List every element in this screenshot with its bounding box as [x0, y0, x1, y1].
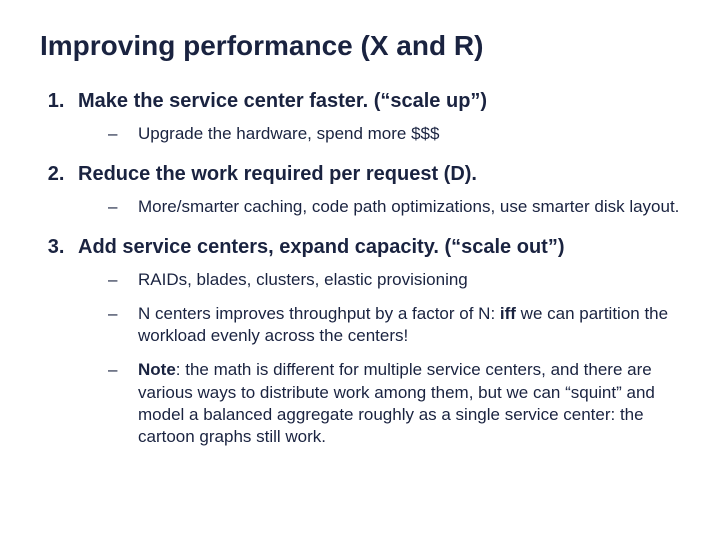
sub-item-bold-prefix: Note [138, 360, 176, 379]
sub-item: Note: the math is different for multiple… [108, 359, 680, 447]
list-item-3-text: Add service centers, expand capacity. (“… [78, 236, 564, 258]
list-item-1-text: Make the service center faster. (“scale … [78, 90, 487, 112]
list-item-2-text: Reduce the work required per request (D)… [78, 163, 477, 185]
sub-item-text: : the math is different for multiple ser… [138, 360, 655, 445]
sub-list-3: RAIDs, blades, clusters, elastic provisi… [78, 269, 680, 448]
sub-list-1: Upgrade the hardware, spend more $$$ [78, 123, 680, 145]
list-item-2: Reduce the work required per request (D)… [70, 163, 680, 218]
sub-item: RAIDs, blades, clusters, elastic provisi… [108, 269, 680, 291]
list-item-1: Make the service center faster. (“scale … [70, 90, 680, 145]
sub-item: N centers improves throughput by a facto… [108, 303, 680, 347]
sub-list-2: More/smarter caching, code path optimiza… [78, 196, 680, 218]
list-item-3: Add service centers, expand capacity. (“… [70, 236, 680, 448]
sub-item: Upgrade the hardware, spend more $$$ [108, 123, 680, 145]
slide-title: Improving performance (X and R) [40, 30, 680, 62]
sub-item: More/smarter caching, code path optimiza… [108, 196, 680, 218]
main-list: Make the service center faster. (“scale … [40, 90, 680, 448]
sub-item-prefix: N centers improves throughput by a facto… [138, 304, 500, 323]
sub-item-bold: iff [500, 304, 516, 323]
slide: Improving performance (X and R) Make the… [0, 0, 720, 540]
